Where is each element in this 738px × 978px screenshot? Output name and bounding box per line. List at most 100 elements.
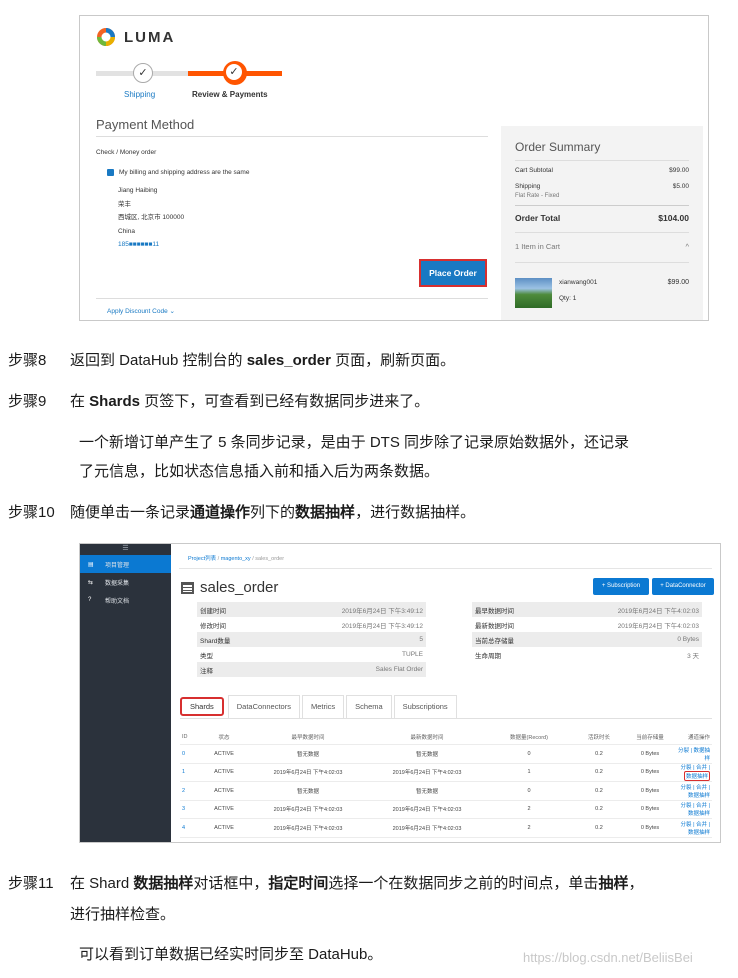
place-order-button[interactable]: Place Order xyxy=(419,259,487,287)
divider xyxy=(515,262,689,263)
shard-operations[interactable]: 分裂 | 数据抽样 xyxy=(674,746,712,762)
tab-metrics[interactable]: Metrics xyxy=(301,695,345,718)
sidebar-item-label: 数据采集 xyxy=(105,580,130,587)
info-shard-count: Shard数量 5 xyxy=(197,632,426,647)
address-name: Jiang Haibing xyxy=(118,187,158,194)
shard-status: ACTIVE xyxy=(214,824,234,831)
shard-earliest: 2019年6月24日 下午4:02:03 xyxy=(273,770,343,777)
shards-table: ID 状态 最早数据时间 最新数据时间 数据量(Record) 活跃时长 当前存… xyxy=(180,729,712,838)
tab-shards[interactable]: Shards xyxy=(180,697,224,716)
split-merge-links[interactable]: 分裂 | 合并 | xyxy=(681,763,710,771)
shard-operations: 分裂 | 合并 | 数据抽样 xyxy=(674,763,712,782)
address-country: China xyxy=(118,227,135,235)
tab-subscriptions[interactable]: Subscriptions xyxy=(393,695,457,718)
items-in-cart-toggle[interactable]: 1 Item in Cart ^ xyxy=(515,242,689,251)
column-header: ID xyxy=(182,733,188,740)
luma-logo[interactable]: LUMA xyxy=(96,26,175,48)
console-main: Project列表 / magento_xy / sales_order sal… xyxy=(171,544,720,842)
table-row: 2 ACTIVE 暂无数据 暂无数据 0 0.2 0 Bytes 分裂 | 合并… xyxy=(180,782,712,801)
order-summary-title: Order Summary xyxy=(515,140,601,154)
shard-id[interactable]: 3 xyxy=(180,806,200,812)
shard-status: ACTIVE xyxy=(214,750,234,757)
data-sampling-link[interactable]: 数据抽样 xyxy=(683,771,710,782)
payment-method-option[interactable]: Check / Money order xyxy=(96,149,156,156)
divider xyxy=(96,136,488,137)
shard-operations[interactable]: 分裂 | 合并 | 数据抽样 xyxy=(674,820,712,836)
table-row: 1 ACTIVE 2019年6月24日 下午4:02:03 2019年6月24日… xyxy=(180,763,712,782)
shard-id[interactable]: 0 xyxy=(180,751,200,757)
shard-active-time: 0.2 xyxy=(595,806,603,813)
item-qty: Qty: 1 xyxy=(559,295,577,302)
luma-checkout-screenshot: LUMA ✓ ✓ Shipping Review & Payments Paym… xyxy=(79,15,709,321)
info-type: 类型 TUPLE xyxy=(200,651,423,660)
divider xyxy=(180,718,712,719)
table-icon xyxy=(181,581,194,594)
subtotal-label: Cart Subtotal xyxy=(515,167,553,174)
order-summary: Order Summary Cart Subtotal $99.00 Shipp… xyxy=(501,126,703,320)
step-shipping-link[interactable]: Shipping xyxy=(124,90,155,99)
divider xyxy=(515,205,689,206)
sidebar-item-project-management[interactable]: ▤ 项目管理 xyxy=(80,555,171,573)
column-header: 状态 xyxy=(218,734,230,741)
chevron-up-icon: ^ xyxy=(685,242,689,251)
shard-id[interactable]: 1 xyxy=(180,769,200,775)
address-phone[interactable]: 185■■■■■■11 xyxy=(118,238,184,252)
shard-earliest: 2019年6月24日 下午4:02:03 xyxy=(273,807,343,814)
step11-number: 步骤11 xyxy=(8,875,54,892)
final-note: 可以看到订单数据已经实时同步至 DataHub。 xyxy=(79,946,383,963)
info-storage: 当前总存储量 0 Bytes xyxy=(472,632,702,647)
order-total-value: $104.00 xyxy=(658,213,689,223)
page-title: sales_order xyxy=(181,579,278,596)
tab-dataconnectors[interactable]: DataConnectors xyxy=(227,695,300,718)
subtotal-value: $99.00 xyxy=(669,167,689,174)
column-header: 活跃时长 xyxy=(587,734,610,741)
step-review-label: Review & Payments xyxy=(192,90,268,99)
step11-text: 在 Shard 数据抽样对话框中，指定时间选择一个在数据同步之前的时间点，单击抽… xyxy=(70,875,644,892)
topic-name: sales_order xyxy=(200,579,279,596)
menu-toggle-icon[interactable]: ☰ xyxy=(80,544,171,555)
add-subscription-button[interactable]: + Subscription xyxy=(593,578,649,595)
step9-note-line1: 一个新增订单产生了 5 条同步记录，是由于 DTS 同步除了记录原始数据外，还记… xyxy=(79,434,630,451)
topic-tabs: Shards DataConnectors Metrics Schema Sub… xyxy=(180,695,459,718)
sidebar-item-help-docs[interactable]: ? 帮助文档 xyxy=(80,591,171,609)
column-header: 当前存储量 xyxy=(636,734,664,741)
console-sidebar: ☰ ▤ 项目管理 ⇆ 数据采集 ? 帮助文档 xyxy=(80,544,171,842)
shard-operations[interactable]: 分裂 | 合并 | 数据抽样 xyxy=(674,801,712,817)
luma-logo-icon xyxy=(96,27,116,47)
items-in-cart-label: 1 Item in Cart xyxy=(515,242,561,251)
checkout-progress: ✓ ✓ Shipping Review & Payments xyxy=(96,61,282,104)
product-thumbnail xyxy=(515,278,552,308)
shard-latest: 暂无数据 xyxy=(415,788,438,795)
column-header: 数据量(Record) xyxy=(510,734,548,741)
shipping-method: Flat Rate - Fixed xyxy=(515,193,560,199)
shard-operations[interactable]: 分裂 | 合并 | 数据抽样 xyxy=(674,783,712,799)
info-modified-time: 修改时间 2019年6月24日 下午3:49:12 xyxy=(200,622,423,630)
shard-status: ACTIVE xyxy=(214,806,234,813)
info-earliest-time: 最早数据时间 2019年6月24日 下午4:02:03 xyxy=(472,602,702,617)
order-total-label: Order Total xyxy=(515,213,561,223)
apply-discount-toggle[interactable]: Apply Discount Code ⌄ xyxy=(107,307,175,315)
shard-records: 0 xyxy=(527,787,531,794)
step9-note-line2: 了元信息，比如状态信息插入前和插入后为两条数据。 xyxy=(79,463,440,480)
shard-id[interactable]: 2 xyxy=(180,788,200,794)
sidebar-item-data-collection[interactable]: ⇆ 数据采集 xyxy=(80,573,171,591)
info-latest-time: 最新数据时间 2019年6月24日 下午4:02:03 xyxy=(475,622,699,630)
step-shipping-check-icon[interactable]: ✓ xyxy=(133,63,153,83)
transfer-icon: ⇆ xyxy=(88,579,94,586)
shard-id[interactable]: 4 xyxy=(180,825,200,831)
step-review-check-icon: ✓ xyxy=(223,61,247,85)
shard-status: ACTIVE xyxy=(214,769,234,776)
address-city: 西城区, 北京市 100000 xyxy=(118,214,185,221)
checkbox-checked-icon[interactable] xyxy=(107,169,114,176)
breadcrumb-project-list[interactable]: Project列表 xyxy=(188,556,216,562)
divider xyxy=(179,568,712,569)
step8-number: 步骤8 xyxy=(8,352,47,369)
step10-number: 步骤10 xyxy=(8,504,55,521)
apply-discount-label: Apply Discount Code xyxy=(107,308,168,315)
breadcrumb-project[interactable]: magento_xy xyxy=(221,556,251,562)
step11-text-line2: 进行抽样检查。 xyxy=(70,906,176,923)
add-dataconnector-button[interactable]: + DataConnector xyxy=(652,578,714,595)
tab-schema[interactable]: Schema xyxy=(346,695,392,718)
same-address-checkbox[interactable]: My billing and shipping address are the … xyxy=(107,169,249,176)
datahub-console-screenshot: ☰ ▤ 项目管理 ⇆ 数据采集 ? 帮助文档 Project列表 / magen… xyxy=(79,543,721,843)
